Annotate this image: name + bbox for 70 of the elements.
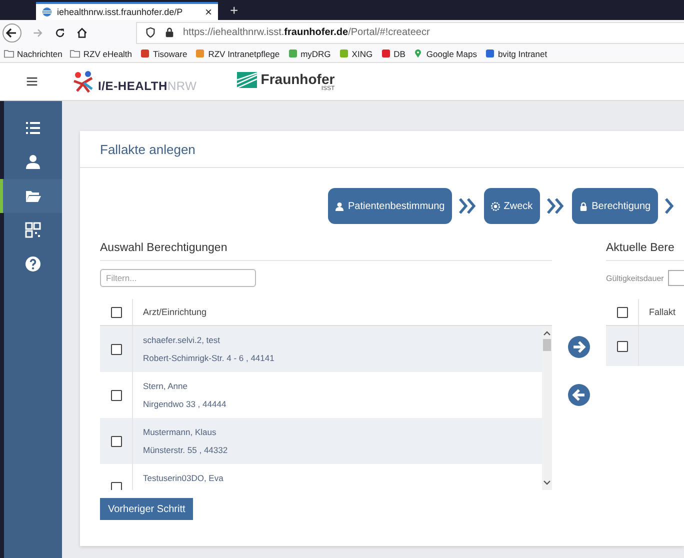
bookmark[interactable]: DB <box>380 48 406 58</box>
help-icon <box>24 256 40 272</box>
shield-icon <box>145 27 156 38</box>
column-header: Arzt/Einrichtung <box>142 306 208 319</box>
bookmark[interactable]: Google Maps <box>413 48 477 58</box>
checkbox[interactable] <box>616 340 628 352</box>
step-button[interactable]: Patientenbestimmung <box>328 188 452 224</box>
scrollbar[interactable] <box>542 326 552 490</box>
reload-icon[interactable] <box>54 26 66 38</box>
bookmark[interactable]: Nachrichten <box>4 48 62 58</box>
lock-icon <box>578 202 588 210</box>
tab-title: iehealthnrw.isst.fraunhofer.de/P <box>57 7 184 17</box>
filter-field[interactable]: Filtern... <box>100 269 256 287</box>
new-tab-button[interactable]: + <box>230 2 238 18</box>
section-heading: Auswahl Berechtigungen <box>100 242 552 261</box>
card-title: Fallakte anlegen <box>100 142 196 156</box>
arrow-left-icon[interactable] <box>568 384 590 406</box>
arrow-right-icon[interactable] <box>568 336 590 358</box>
checkbox[interactable] <box>616 306 628 318</box>
bookmark[interactable]: RZV eHealth <box>70 48 132 58</box>
validity-field[interactable] <box>668 270 684 286</box>
double-chevron-icon <box>546 198 566 214</box>
partner-name: Fraunhofer <box>260 72 335 86</box>
doctor-name: Stern, Anne <box>143 381 188 391</box>
step-button[interactable]: Zweck <box>484 188 540 224</box>
doctor-name: Testuserin03DO, Eva <box>143 473 224 483</box>
user-icon <box>335 202 344 210</box>
table-row[interactable]: Mustermann, Klaus Münsterstr. 55 , 44332 <box>100 418 542 464</box>
scroll-thumb[interactable] <box>543 339 551 351</box>
scroll-down-icon <box>543 480 551 486</box>
checkbox[interactable] <box>110 390 122 400</box>
qr-code-icon <box>24 222 40 238</box>
step-button[interactable]: Berechtigung <box>572 188 658 224</box>
section-heading: Aktuelle Bere <box>606 242 684 261</box>
close-tab-button[interactable]: × <box>204 5 212 19</box>
folder-icon <box>24 188 40 204</box>
address-bar[interactable]: https://iehealthnrw.isst.fraunhofer.de/Portal/#!createecr <box>136 22 684 44</box>
bookmark[interactable]: Tisoware <box>140 48 188 58</box>
browser-tab[interactable]: iehealthnrw.isst.fraunhofer.de/P × <box>36 2 218 20</box>
chevron-icon <box>664 198 674 214</box>
doctor-name: schaefer.selvi.2, test <box>143 335 222 345</box>
bookmark[interactable]: bvitg Intranet <box>484 48 548 58</box>
checkbox[interactable] <box>110 344 122 354</box>
globe-icon <box>42 7 52 17</box>
checkbox[interactable] <box>110 306 122 318</box>
previous-step-button[interactable]: Vorheriger Schritt <box>100 498 194 520</box>
logo-text: I/E-HEALTHNRW <box>98 78 197 92</box>
bookmark[interactable]: RZV Intranetpflege <box>195 48 280 58</box>
bookmark[interactable]: XING <box>338 48 373 58</box>
validity-label: Gültigkeitsdauer <box>606 274 664 282</box>
checkbox[interactable] <box>110 482 122 490</box>
double-chevron-icon <box>458 198 478 214</box>
doctor-address: Nirgendwo 33 , 44444 <box>143 399 228 409</box>
user-icon <box>24 154 40 170</box>
lock-icon <box>164 27 175 38</box>
doctor-address: Münsterstr. 55 , 44332 <box>143 445 229 455</box>
back-icon[interactable] <box>2 22 22 42</box>
url-text: https://iehealthnrw.isst.fraunhofer.de/Portal/#!createecr <box>183 27 430 38</box>
scroll-up-icon <box>543 330 551 336</box>
gear-icon <box>490 202 500 210</box>
list-icon <box>24 120 40 136</box>
bookmark[interactable]: myDRG <box>288 48 331 58</box>
column-header: Fallakt <box>648 306 677 319</box>
fraunhofer-logo-icon <box>236 72 257 88</box>
table-row[interactable]: schaefer.selvi.2, test Robert-Schimrigk-Str. 4 - 6 , 44141 <box>100 326 542 372</box>
checkbox[interactable] <box>110 436 122 446</box>
home-icon[interactable] <box>76 26 88 38</box>
doctor-name: Mustermann, Klaus <box>143 427 218 437</box>
menu-icon[interactable] <box>26 76 38 87</box>
doctor-address: Robert-Schimrigk-Str. 4 - 6 , 44141 <box>143 353 276 363</box>
